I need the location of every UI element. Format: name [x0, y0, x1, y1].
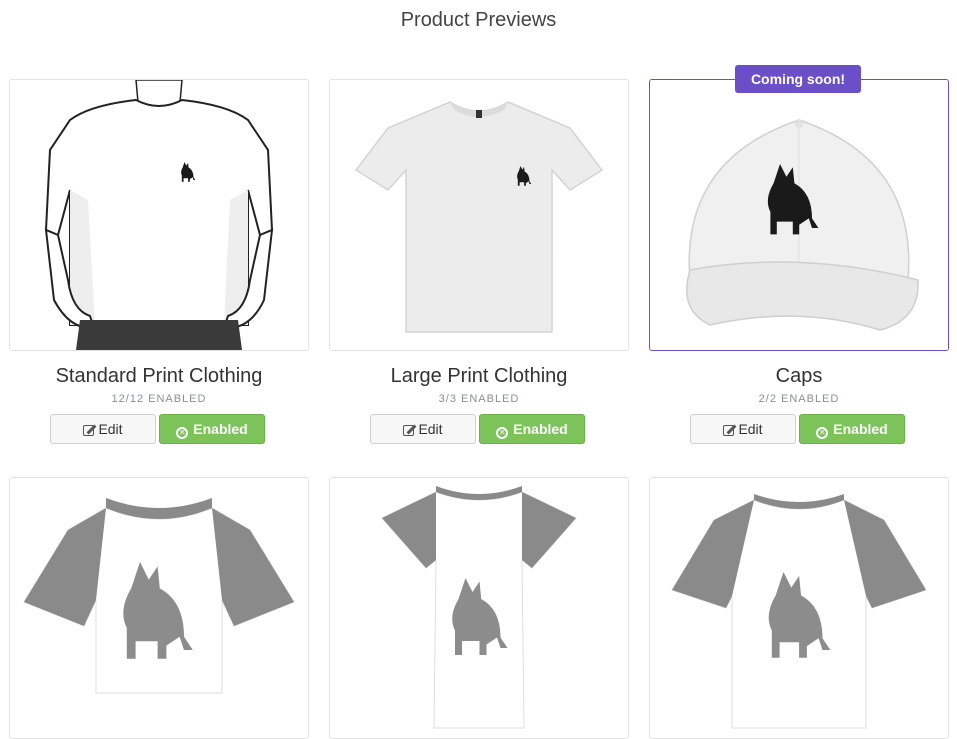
- enabled-toggle-button[interactable]: ✕ Enabled: [799, 414, 905, 444]
- aop-tee-image: [10, 478, 308, 738]
- page-title: Product Previews: [400, 9, 557, 31]
- edit-button[interactable]: Edit: [50, 414, 156, 444]
- edit-button[interactable]: Edit: [370, 414, 476, 444]
- product-title: Standard Print Clothing: [55, 365, 263, 387]
- enabled-count: 3/3 ENABLED: [438, 393, 520, 405]
- edit-button[interactable]: Edit: [690, 414, 796, 444]
- product-preview-large-print[interactable]: [329, 79, 629, 351]
- product-title: Caps: [775, 365, 823, 387]
- product-preview-caps[interactable]: [649, 79, 949, 351]
- model-tshirt-image: [10, 80, 308, 350]
- enabled-count: 12/12 ENABLED: [111, 393, 207, 405]
- product-preview-standard-print[interactable]: [9, 79, 309, 351]
- product-title: Large Print Clothing: [390, 365, 568, 387]
- edit-icon: [83, 425, 95, 436]
- product-preview-aop-tee-1[interactable]: [9, 477, 309, 739]
- flat-tshirt-image: [330, 80, 628, 350]
- coming-soon-badge: Coming soon!: [735, 65, 861, 93]
- enabled-toggle-button[interactable]: ✕ Enabled: [479, 414, 585, 444]
- product-preview-aop-tee-3[interactable]: [649, 477, 949, 739]
- aop-tee-image: [330, 478, 628, 738]
- circle-x-icon: ✕: [176, 427, 189, 439]
- enabled-toggle-button[interactable]: ✕ Enabled: [159, 414, 265, 444]
- edit-icon: [723, 425, 735, 436]
- enabled-count: 2/2 ENABLED: [758, 393, 840, 405]
- circle-x-icon: ✕: [816, 427, 829, 439]
- cap-image: [650, 80, 948, 350]
- product-preview-aop-tee-2[interactable]: [329, 477, 629, 739]
- aop-tee-image: [650, 478, 948, 738]
- edit-icon: [403, 425, 415, 436]
- circle-x-icon: ✕: [496, 427, 509, 439]
